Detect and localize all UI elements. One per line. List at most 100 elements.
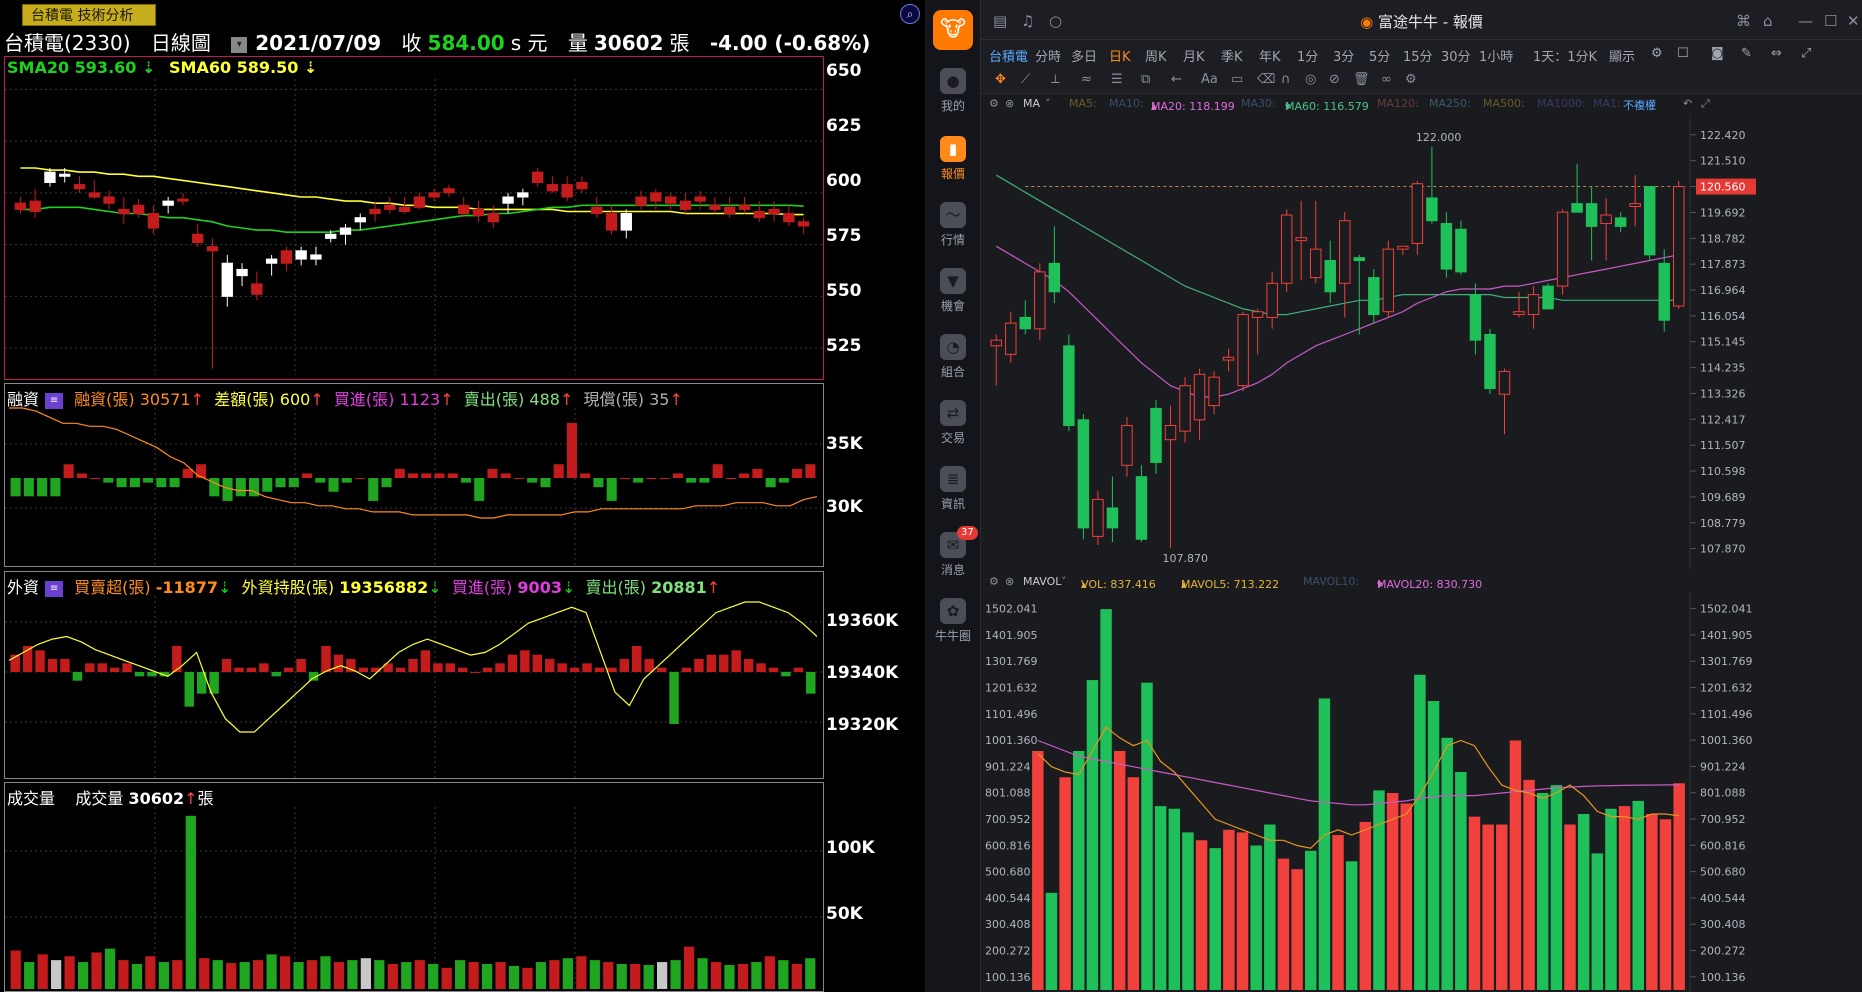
sidebar-item-news[interactable]: ≣ 資訊 — [925, 466, 981, 512]
sidebar-item-community[interactable]: ✿ 牛牛圈 — [925, 598, 981, 644]
candle-body — [310, 254, 322, 260]
tab-day-k[interactable]: 日K — [1109, 46, 1131, 65]
bar — [296, 659, 306, 672]
volume-bar — [1277, 858, 1290, 990]
tab-year-k[interactable]: 年K — [1259, 46, 1281, 65]
arrow-tool-icon[interactable]: ← — [1171, 72, 1182, 87]
candle-body — [1527, 294, 1540, 316]
chevron-down-icon[interactable]: ▾ — [231, 36, 248, 53]
hide-icon[interactable]: ⊘ — [1329, 72, 1340, 87]
gear-icon[interactable]: ⚙ — [989, 97, 999, 110]
ray-tool-icon[interactable]: ⟂ — [1051, 72, 1060, 87]
minimize-icon[interactable]: — — [1798, 12, 1813, 30]
y-tick-label-left: 700.952 — [985, 813, 1031, 826]
line-tool-icon[interactable]: ⟋ — [1021, 72, 1030, 87]
settings-tool-icon[interactable]: ⚙ — [1405, 72, 1417, 87]
close-icon[interactable]: ⊗ — [1005, 575, 1014, 588]
undo-icon[interactable]: ↶ — [1683, 97, 1692, 110]
ma-item: MA250: — [1429, 97, 1471, 110]
camera-icon[interactable]: ◙ — [1711, 46, 1724, 61]
note-tool-icon[interactable]: ▭ — [1231, 72, 1243, 87]
pen-icon[interactable]: ✎ — [1741, 46, 1752, 61]
expand-icon[interactable]: ⤢ — [1701, 97, 1710, 111]
y-tick-label: 400.544 — [1700, 892, 1746, 905]
chevron-down-icon[interactable]: ˅ — [1045, 97, 1051, 110]
sidebar-item-me[interactable]: ● 我的 — [925, 68, 981, 114]
fib-tool-icon[interactable]: ☰ — [1111, 72, 1123, 87]
margin-chart[interactable] — [5, 384, 823, 566]
portfolio-icon: ◔ — [940, 334, 966, 360]
eraser-icon[interactable]: ⌫ — [1257, 72, 1275, 87]
volume-bar — [1482, 824, 1494, 990]
tab-stock-code[interactable]: 台積電 — [989, 46, 1028, 65]
window-tab-title[interactable]: 台積電 技術分析 — [22, 4, 156, 26]
channel-tool-icon[interactable]: ⧉ — [1141, 72, 1150, 87]
bar — [569, 667, 580, 672]
sidebar-item-trade[interactable]: ⇄ 交易 — [925, 400, 981, 446]
tab-week-k[interactable]: 周K — [1145, 46, 1167, 65]
candle-body — [1643, 186, 1656, 256]
volume-bar — [1468, 816, 1481, 990]
futu-logo[interactable]: 🐮 — [933, 10, 973, 50]
tab-quarter-k[interactable]: 季K — [1221, 46, 1243, 65]
compare-icon[interactable]: ⇔ — [1771, 46, 1782, 61]
volume-chart[interactable] — [5, 783, 823, 991]
candle-body — [1222, 356, 1235, 361]
tab-1day-1min[interactable]: 1天：1分K — [1533, 46, 1597, 65]
futu-candlestick-chart[interactable]: 122.420121.510120.601119.692118.782117.8… — [981, 114, 1862, 570]
bar — [433, 663, 443, 672]
shirt-icon[interactable]: ⌂ — [1763, 12, 1773, 30]
gear-icon[interactable]: ⚙ — [1651, 46, 1663, 61]
maximize-icon[interactable]: ☐ — [1824, 12, 1837, 30]
futu-volume-chart[interactable]: 1502.041 1502.041 1401.905 1401.905 1301.769… — [981, 592, 1862, 992]
close-icon[interactable]: ✕ — [1847, 12, 1860, 30]
bar — [76, 473, 87, 478]
mavol-prefix[interactable]: MAVOL — [1023, 575, 1061, 588]
tab-intraday[interactable]: 分時 — [1035, 46, 1061, 65]
tab-3min[interactable]: 3分 — [1333, 46, 1354, 65]
text-tool-icon[interactable]: Aa — [1201, 72, 1218, 87]
bar — [77, 962, 89, 989]
tab-month-k[interactable]: 月K — [1183, 46, 1205, 65]
sidebar-item-portfolio[interactable]: ◔ 組合 — [925, 334, 981, 380]
current-price-label: 120.560 — [1700, 181, 1746, 194]
gear-icon[interactable]: ⚙ — [989, 575, 999, 588]
tab-multi-day[interactable]: 多日 — [1071, 46, 1097, 65]
square-icon[interactable]: ☐ — [1677, 46, 1689, 61]
magnifier-icon[interactable]: ⌕ — [900, 4, 920, 24]
crosshair-icon[interactable]: ✥ — [995, 72, 1006, 87]
magnet-icon[interactable]: ∩ — [1281, 72, 1291, 87]
lock-icon[interactable]: ◎ — [1305, 72, 1316, 87]
tab-15min[interactable]: 15分 — [1403, 46, 1433, 65]
sidebar-item-market[interactable]: 〜行情 — [925, 202, 981, 248]
adjust-mode[interactable]: 不複權 — [1623, 97, 1656, 113]
bar — [520, 650, 530, 672]
ma-prefix[interactable]: MA — [1023, 97, 1040, 110]
close-icon[interactable]: ⊗ — [1005, 97, 1014, 110]
tab-1min[interactable]: 1分 — [1297, 46, 1318, 65]
wave-tool-icon[interactable]: ≈ — [1081, 72, 1092, 87]
link-icon[interactable]: ⌘ — [1736, 12, 1751, 30]
volume-bar — [1659, 819, 1672, 990]
period-label: 日線圖 — [150, 31, 211, 55]
chevron-down-icon[interactable]: ˅ — [1061, 575, 1067, 588]
sidebar-item-opportunity[interactable]: ▼ 機會 — [925, 268, 981, 314]
tab-30min[interactable]: 30分 — [1441, 46, 1471, 65]
bar — [725, 478, 736, 479]
sidebar-item-quote[interactable]: ▮ 報價 — [925, 136, 981, 182]
link-tool-icon[interactable]: ∞ — [1381, 72, 1392, 87]
candlestick-chart[interactable] — [5, 57, 823, 379]
tab-5min[interactable]: 5分 — [1369, 46, 1390, 65]
bar — [374, 960, 385, 989]
bar — [468, 962, 479, 989]
trash-icon[interactable]: 🗑 — [1353, 72, 1370, 87]
tab-display[interactable]: 顯示 — [1609, 46, 1635, 65]
tab-1hour[interactable]: 1小時 — [1479, 46, 1513, 65]
bar — [23, 478, 34, 497]
fullscreen-icon[interactable]: ⤢ — [1801, 46, 1811, 61]
sidebar-item-message[interactable]: ✉ 37 消息 — [925, 526, 981, 578]
bar — [535, 962, 547, 989]
foreign-chart[interactable] — [5, 572, 823, 778]
ma-item: MA10: — [1109, 97, 1144, 110]
y-tick: 625 — [826, 116, 862, 136]
